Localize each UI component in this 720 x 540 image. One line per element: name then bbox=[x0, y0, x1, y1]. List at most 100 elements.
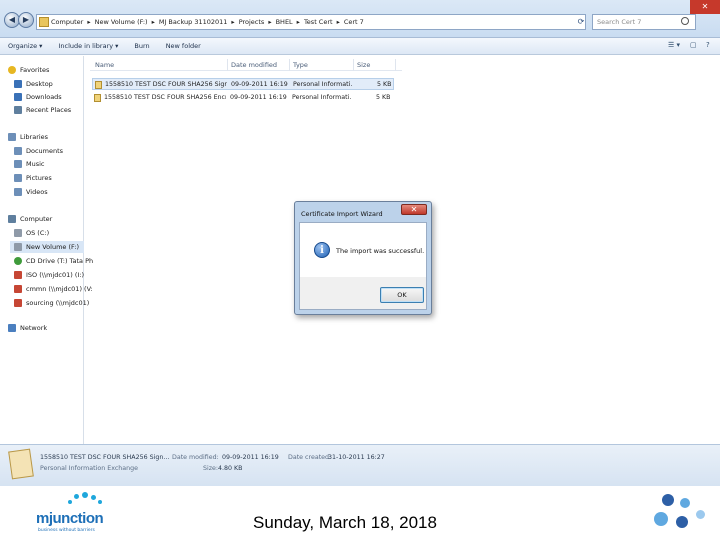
sidebar-item-favorites[interactable]: Favorites bbox=[8, 64, 92, 76]
crumb-mj-backup[interactable]: MJ Backup 31102011 bbox=[159, 18, 228, 26]
details-date-created: 31-10-2011 16:27 bbox=[328, 454, 385, 461]
sidebar-item-label: Libraries bbox=[20, 133, 49, 141]
network-icon bbox=[8, 324, 16, 332]
sidebar-item-label: cmmn (\\mjdc01) (V: bbox=[26, 285, 93, 293]
network-drive-icon bbox=[14, 299, 22, 307]
details-date-modified-label: Date modified: bbox=[172, 454, 219, 461]
downloads-icon bbox=[14, 93, 22, 101]
sidebar-item-label: Downloads bbox=[26, 93, 62, 101]
sidebar-item-sourcing[interactable]: sourcing (\\mjdc01) bbox=[14, 297, 98, 309]
file-type: Personal Informati... bbox=[292, 94, 352, 101]
new-folder-button[interactable]: New folder bbox=[166, 42, 201, 50]
details-size-label: Size: bbox=[203, 465, 219, 472]
sidebar-item-label: Music bbox=[26, 160, 45, 168]
certificate-file-icon bbox=[95, 81, 102, 89]
window-close-button[interactable]: ✕ bbox=[690, 0, 720, 14]
crumb-separator: ▸ bbox=[151, 18, 155, 26]
preview-pane-icon[interactable]: ▢ bbox=[690, 41, 697, 49]
certificate-file-icon bbox=[8, 448, 34, 480]
details-date-modified: 09-09-2011 16:19 bbox=[222, 454, 279, 461]
sidebar-item-label: Pictures bbox=[26, 174, 52, 182]
details-date-created-label: Date created: bbox=[288, 454, 332, 461]
file-row[interactable]: 1558510 TEST DSC FOUR SHA256 Sign... 09-… bbox=[92, 78, 394, 90]
column-header-size[interactable]: Size bbox=[354, 59, 396, 71]
sidebar-item-music[interactable]: Music bbox=[14, 158, 98, 170]
column-header-type[interactable]: Type bbox=[290, 59, 354, 71]
sidebar-item-label: sourcing (\\mjdc01) bbox=[26, 299, 90, 307]
sidebar-item-label: Favorites bbox=[20, 66, 50, 74]
music-icon bbox=[14, 160, 22, 168]
sidebar-item-pictures[interactable]: Pictures bbox=[14, 172, 98, 184]
column-header-name[interactable]: Name bbox=[92, 59, 228, 71]
crumb-separator: ▸ bbox=[296, 18, 300, 26]
crumb-new-volume[interactable]: New Volume (F:) bbox=[95, 18, 148, 26]
details-filename: 1558510 TEST DSC FOUR SHA256 Sign... bbox=[40, 454, 170, 461]
crumb-bhel[interactable]: BHEL bbox=[276, 18, 293, 26]
slide-date: Sunday, March 18, 2018 bbox=[253, 513, 437, 532]
videos-icon bbox=[14, 188, 22, 196]
file-type: Personal Informati... bbox=[293, 81, 353, 88]
desktop-icon bbox=[14, 80, 22, 88]
sidebar-item-label: Desktop bbox=[26, 80, 53, 88]
dialog-content: i The import was successful. bbox=[300, 223, 426, 277]
network-drive-icon bbox=[14, 285, 22, 293]
sidebar-item-documents[interactable]: Documents bbox=[14, 145, 98, 157]
sidebar-item-downloads[interactable]: Downloads bbox=[14, 91, 98, 103]
logo-dots bbox=[56, 492, 106, 510]
decorative-dots bbox=[640, 492, 716, 540]
libraries-icon bbox=[8, 133, 16, 141]
crumb-separator: ▸ bbox=[231, 18, 235, 26]
pictures-icon bbox=[14, 174, 22, 182]
crumb-projects[interactable]: Projects bbox=[239, 18, 265, 26]
file-row[interactable]: 1558510 TEST DSC FOUR SHA256 Encryp... 0… bbox=[92, 92, 394, 104]
logo-tagline: business without barriers bbox=[38, 528, 95, 533]
refresh-icon[interactable]: ⟳ bbox=[574, 14, 588, 30]
crumb-computer[interactable]: Computer bbox=[51, 18, 83, 26]
sidebar-item-cmmn[interactable]: cmmn (\\mjdc01) (V: bbox=[14, 283, 98, 295]
help-icon[interactable]: ? bbox=[706, 41, 710, 49]
include-in-library-button[interactable]: Include in library ▾ bbox=[58, 42, 118, 50]
sidebar-item-videos[interactable]: Videos bbox=[14, 186, 98, 198]
dialog-message: The import was successful. bbox=[336, 247, 425, 255]
crumb-test-cert[interactable]: Test Cert bbox=[304, 18, 333, 26]
view-options-icon[interactable]: ☰ ▾ bbox=[668, 41, 680, 49]
sidebar-item-label: Recent Places bbox=[26, 106, 72, 114]
column-header-date-modified[interactable]: Date modified bbox=[228, 59, 290, 71]
sidebar-item-libraries[interactable]: Libraries bbox=[8, 131, 92, 143]
sidebar-item-os-c[interactable]: OS (C:) bbox=[14, 227, 98, 239]
sidebar-item-desktop[interactable]: Desktop bbox=[14, 78, 98, 90]
file-name: 1558510 TEST DSC FOUR SHA256 Sign... bbox=[105, 81, 227, 88]
forward-button[interactable]: ▶ bbox=[18, 12, 34, 28]
sidebar-item-iso[interactable]: ISO (\\mjdc01) (I:) bbox=[14, 269, 98, 281]
file-date: 09-09-2011 16:19 bbox=[230, 94, 287, 101]
sidebar-item-label: OS (C:) bbox=[26, 229, 50, 237]
crumb-cert-7[interactable]: Cert 7 bbox=[344, 18, 364, 26]
breadcrumb[interactable]: Computer ▸ New Volume (F:) ▸ MJ Backup 311… bbox=[36, 14, 586, 30]
dialog-close-button[interactable]: ✕ bbox=[401, 204, 427, 215]
certificate-file-icon bbox=[94, 94, 101, 102]
crumb-separator: ▸ bbox=[268, 18, 272, 26]
sidebar-item-network[interactable]: Network bbox=[8, 322, 92, 334]
drive-icon bbox=[14, 229, 22, 237]
sidebar-item-computer[interactable]: Computer bbox=[8, 213, 92, 225]
dialog-body: i The import was successful. OK bbox=[299, 222, 427, 310]
search-icon bbox=[681, 17, 689, 25]
crumb-separator: ▸ bbox=[336, 18, 340, 26]
organize-button[interactable]: Organize ▾ bbox=[8, 42, 42, 50]
burn-button[interactable]: Burn bbox=[134, 42, 149, 50]
crumb-separator: ▸ bbox=[87, 18, 91, 26]
sidebar-item-label: Videos bbox=[26, 188, 48, 196]
ok-button[interactable]: OK bbox=[380, 287, 424, 303]
folder-icon bbox=[39, 17, 49, 27]
file-date: 09-09-2011 16:19 bbox=[231, 81, 288, 88]
dialog-title: Certificate Import Wizard bbox=[301, 210, 383, 218]
sidebar-item-new-volume[interactable]: New Volume (F:) bbox=[10, 241, 84, 253]
sidebar-item-recent-places[interactable]: Recent Places bbox=[14, 104, 98, 116]
network-drive-icon bbox=[14, 271, 22, 279]
file-size: 5 KB bbox=[377, 81, 392, 88]
sidebar-item-cd-drive[interactable]: CD Drive (T:) Tata Ph bbox=[14, 255, 98, 267]
command-toolbar: Organize ▾ Include in library ▾ Burn New… bbox=[0, 38, 720, 55]
logo-text: mjunction bbox=[36, 510, 104, 527]
sidebar-item-label: Network bbox=[20, 324, 48, 332]
navigation-pane: Favorites Desktop Downloads Recent Place… bbox=[0, 56, 93, 444]
